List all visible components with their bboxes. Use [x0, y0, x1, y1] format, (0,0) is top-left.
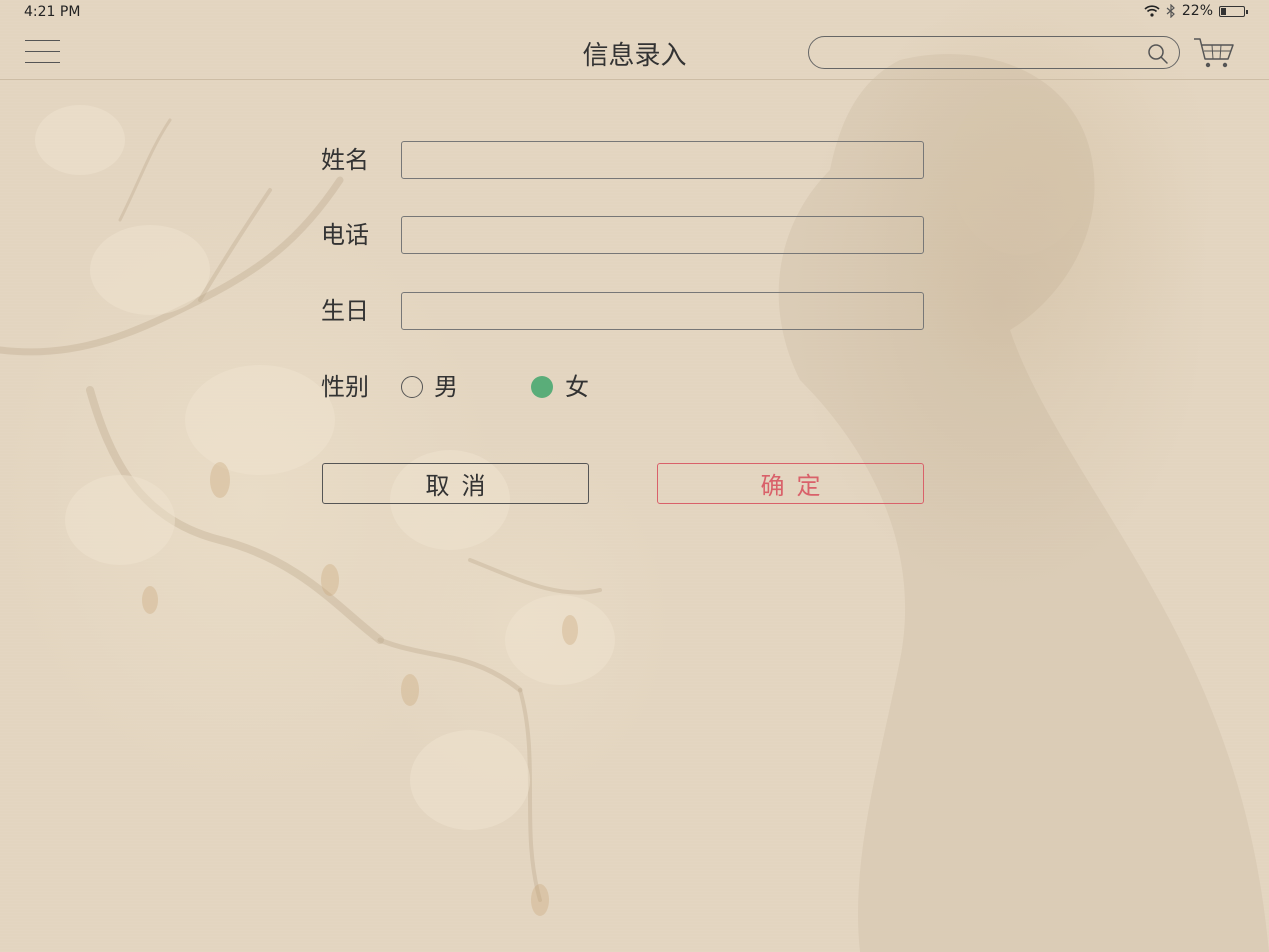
gender-label: 性别 — [321, 373, 369, 401]
name-label: 姓名 — [321, 146, 369, 174]
birthday-input[interactable] — [401, 292, 924, 330]
gender-option-female-label[interactable]: 女 — [565, 368, 589, 406]
phone-label: 电话 — [321, 221, 369, 249]
gender-radio-male[interactable] — [401, 376, 423, 398]
confirm-button[interactable]: 确定 — [657, 463, 924, 504]
info-entry-form: 姓名 电话 生日 性别 男 女 取消 确定 — [0, 0, 1269, 952]
cancel-button[interactable]: 取消 — [322, 463, 589, 504]
gender-option-male-label[interactable]: 男 — [434, 368, 458, 406]
gender-radio-female[interactable] — [531, 376, 553, 398]
birthday-label: 生日 — [321, 297, 369, 325]
phone-input[interactable] — [401, 216, 924, 254]
name-input[interactable] — [401, 141, 924, 179]
